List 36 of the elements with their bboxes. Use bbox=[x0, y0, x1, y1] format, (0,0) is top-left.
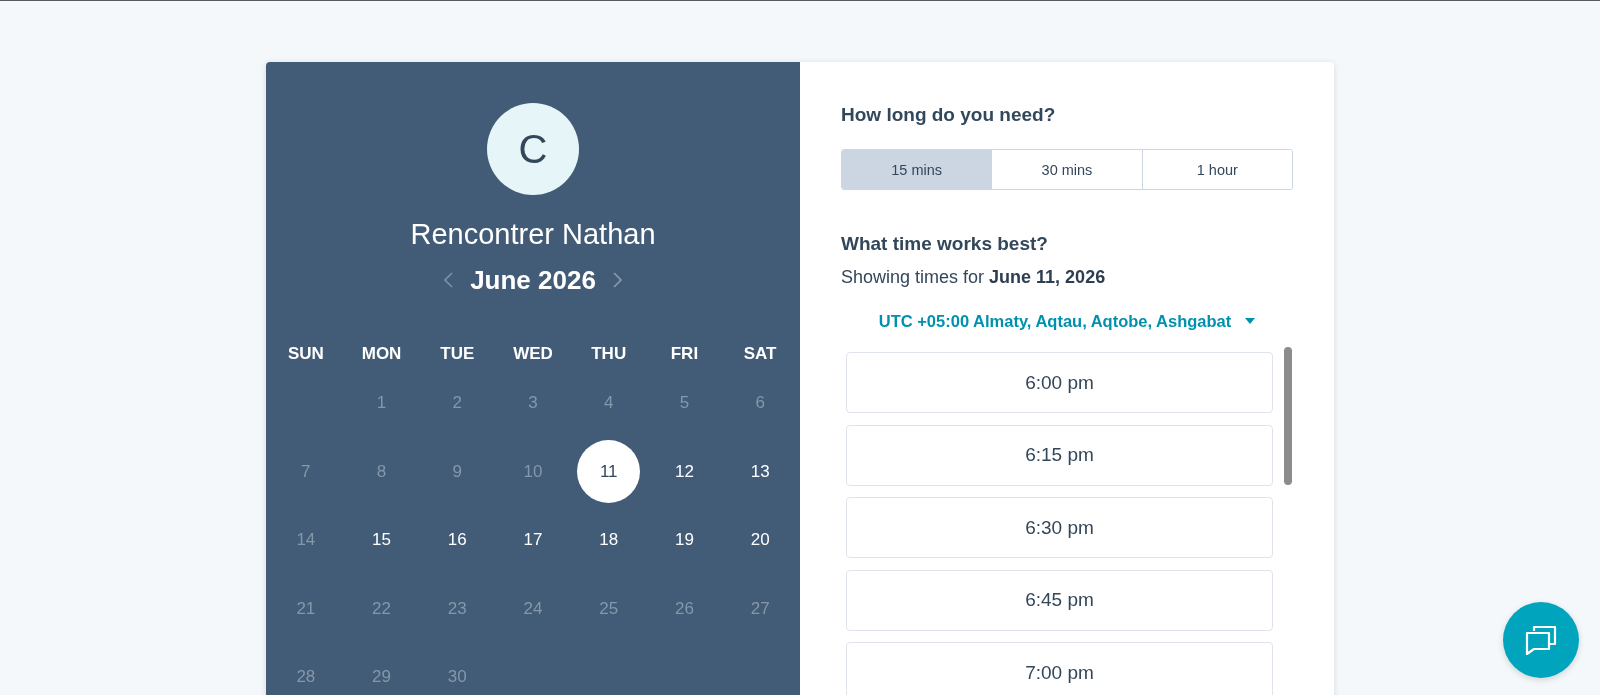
meeting-title: Rencontrer Nathan bbox=[410, 217, 656, 251]
weekday-label: MON bbox=[361, 343, 402, 365]
time-slot-button[interactable]: 7:00 pm bbox=[846, 642, 1273, 695]
calendar-day[interactable]: 18 bbox=[594, 527, 624, 554]
calendar-day[interactable]: 12 bbox=[669, 458, 699, 485]
chevron-right-icon[interactable] bbox=[612, 272, 622, 288]
calendar-day[interactable]: 13 bbox=[745, 458, 775, 485]
weekday-label: THU bbox=[591, 343, 627, 365]
weekday-label: FRI bbox=[670, 343, 699, 365]
timezone-dropdown[interactable]: UTC +05:00 Almaty, Aqtau, Aqtobe, Ashgabat bbox=[878, 309, 1256, 333]
section-heading: How long do you need? bbox=[841, 103, 1056, 127]
chevron-left-icon[interactable] bbox=[444, 272, 454, 288]
scrollbar-thumb[interactable] bbox=[1284, 347, 1292, 485]
time-slot-button[interactable]: 6:00 pm bbox=[846, 352, 1273, 413]
section-heading: What time works best? bbox=[841, 232, 1048, 256]
calendar-day[interactable]: 19 bbox=[669, 527, 699, 554]
weekday-label: WED bbox=[513, 343, 553, 365]
month-label: June 2026 bbox=[470, 264, 596, 296]
weekday-label: TUE bbox=[440, 343, 475, 365]
time-slot-button[interactable]: 6:45 pm bbox=[846, 569, 1273, 631]
time-slot-button[interactable]: 6:30 pm bbox=[846, 497, 1273, 558]
caret-down-icon bbox=[1245, 318, 1256, 324]
avatar: C bbox=[487, 103, 579, 195]
calendar-day[interactable]: 20 bbox=[745, 527, 775, 554]
duration-option[interactable]: 15 mins bbox=[842, 150, 992, 189]
calendar-day[interactable]: 15 bbox=[367, 527, 396, 554]
calendar-day[interactable]: 17 bbox=[518, 527, 548, 554]
weekday-label: SUN bbox=[287, 343, 324, 365]
date-caption: Showing times for June 11, 2026 bbox=[841, 266, 1106, 289]
calendar-day[interactable]: 16 bbox=[442, 527, 472, 554]
chat-icon bbox=[1525, 625, 1557, 655]
duration-option[interactable]: 1 hour bbox=[1141, 150, 1292, 189]
time-slot-button[interactable]: 6:15 pm bbox=[846, 424, 1273, 486]
chat-button[interactable] bbox=[1503, 602, 1579, 678]
calendar-day[interactable]: 11 bbox=[577, 440, 641, 504]
weekday-label: SAT bbox=[743, 343, 777, 365]
